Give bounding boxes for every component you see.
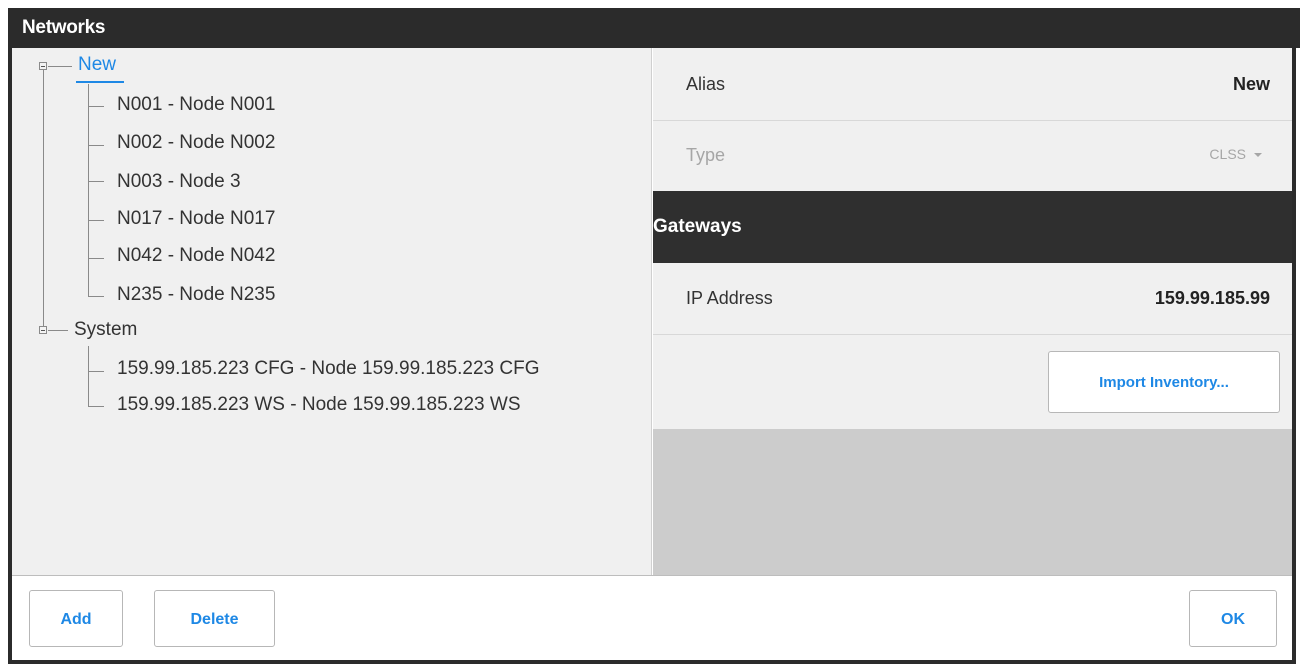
tree-item-n235[interactable]: N235 - Node N235: [117, 284, 275, 306]
collapse-new-icon[interactable]: [39, 62, 47, 70]
ip-address-label: IP Address: [686, 288, 773, 308]
gateways-title: Gateways: [653, 216, 742, 237]
dialog-title: Networks: [8, 8, 1300, 48]
tree-connector: [88, 406, 104, 407]
tree-item-system-ws[interactable]: 159.99.185.223 WS - Node 159.99.185.223 …: [117, 394, 521, 416]
ip-address-value[interactable]: 159.99.185.99: [1155, 288, 1270, 309]
collapse-system-icon[interactable]: [39, 326, 47, 334]
tree-item-n017[interactable]: N017 - Node N017: [117, 208, 275, 230]
network-tree: New N001 - Node N001 N002 - Node N002 N0…: [12, 48, 652, 575]
tree-connector: [88, 371, 104, 372]
tree-connector: [88, 220, 104, 221]
dialog-footer: Add Delete OK: [12, 575, 1292, 660]
ip-address-row: IP Address 159.99.185.99: [653, 263, 1292, 335]
delete-button[interactable]: Delete: [154, 590, 275, 647]
tree-connector: [48, 330, 68, 331]
tree-group-new[interactable]: New: [78, 54, 116, 76]
tree-connector: [88, 106, 104, 107]
ok-button[interactable]: OK: [1189, 590, 1277, 647]
type-select[interactable]: CLSS: [1209, 146, 1262, 162]
selected-indicator: [76, 81, 124, 83]
alias-value[interactable]: New: [1233, 74, 1270, 95]
alias-label: Alias: [686, 74, 726, 94]
add-button[interactable]: Add: [29, 590, 123, 647]
tree-connector: [88, 181, 104, 182]
tree-connector: [88, 145, 104, 146]
networks-dialog: Networks New N001 - Node N001 N002 - Nod…: [8, 8, 1300, 664]
tree-connector: [88, 296, 104, 297]
gateways-header: Gateways: [653, 191, 1292, 263]
tree-branch-line: [88, 346, 89, 406]
type-value: CLSS: [1209, 146, 1246, 162]
tree-item-system-cfg[interactable]: 159.99.185.223 CFG - Node 159.99.185.223…: [117, 358, 540, 380]
tree-connector: [88, 258, 104, 259]
import-inventory-button[interactable]: Import Inventory...: [1048, 351, 1280, 413]
type-row: Type CLSS: [653, 121, 1292, 191]
tree-connector: [48, 66, 72, 67]
tree-root-line: [43, 66, 44, 330]
type-label: Type: [686, 145, 726, 165]
dropdown-caret-icon: [1254, 153, 1262, 158]
tree-group-system[interactable]: System: [74, 319, 137, 341]
tree-item-n042[interactable]: N042 - Node N042: [117, 245, 275, 267]
tree-item-n002[interactable]: N002 - Node N002: [117, 132, 275, 154]
tree-item-n001[interactable]: N001 - Node N001: [117, 94, 275, 116]
properties-pane: Alias New Type CLSS Gateways IP Address …: [653, 48, 1292, 575]
import-row: Import Inventory...: [653, 335, 1292, 429]
tree-branch-line: [88, 84, 89, 296]
tree-item-n003[interactable]: N003 - Node 3: [117, 171, 241, 193]
alias-row: Alias New: [653, 48, 1292, 121]
